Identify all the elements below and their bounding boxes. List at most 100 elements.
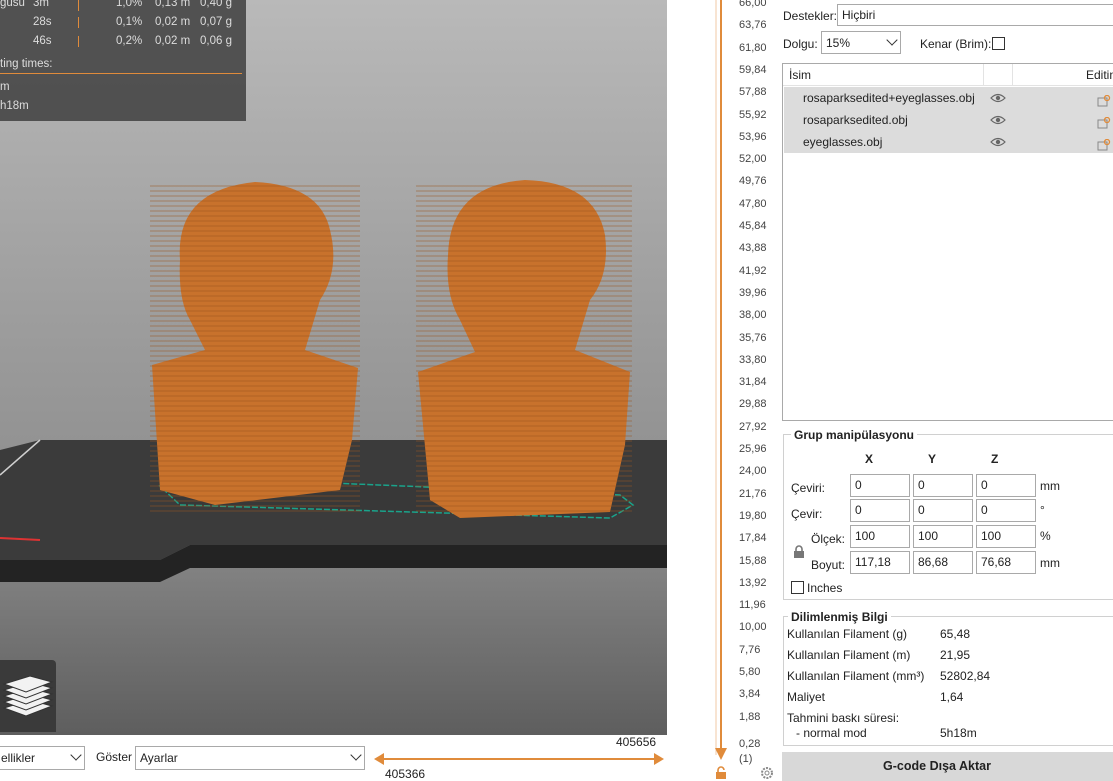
3d-viewport[interactable]: gusu 3m 1,0% 0,13 m 0,40 g 28s 0,1% 0,02… <box>0 0 667 735</box>
layer-tick-label: 13,92 <box>739 576 767 589</box>
size-y-input[interactable]: 86,68 <box>913 551 973 574</box>
size-z-input[interactable]: 76,68 <box>976 551 1036 574</box>
layer-tick-label: 47,80 <box>739 197 767 210</box>
layer-bottom-index: (1) <box>739 753 753 765</box>
estimated-time-label: Tahmini baskı süresi: <box>787 711 900 725</box>
layer-tick-label: 41,92 <box>739 264 767 277</box>
layer-tick-label: 15,88 <box>739 554 767 567</box>
size-x-input[interactable]: 117,18 <box>850 551 910 574</box>
filament-m-value: 21,95 <box>940 648 971 662</box>
normal-mode-label: - normal mod <box>796 726 867 740</box>
show-label: Göster <box>96 750 133 764</box>
view-type-combo[interactable]: ellikler <box>0 746 85 770</box>
size-label: Boyut: <box>811 558 846 572</box>
object-row[interactable]: rosaparksedited.obj <box>784 109 1113 131</box>
scale-unit: % <box>1040 529 1051 543</box>
layer-tick-label: 3,84 <box>739 688 761 701</box>
translation-unit: mm <box>1040 479 1060 493</box>
translation-x-input[interactable]: 0 <box>850 474 910 497</box>
translation-y-input[interactable]: 0 <box>913 474 973 497</box>
brim-checkbox[interactable] <box>992 37 1005 50</box>
infill-label: Dolgu: <box>783 37 818 51</box>
cost-label: Maliyet <box>787 690 826 704</box>
filament-mm3-value: 52802,84 <box>940 669 991 683</box>
layer-tick-label: 55,92 <box>739 108 767 121</box>
layer-tick-label: 49,76 <box>739 175 767 188</box>
chevron-down-icon <box>70 749 82 761</box>
object-list-header: İsim Editin <box>783 64 1113 86</box>
translation-z-input[interactable]: 0 <box>976 474 1036 497</box>
layer-tick-label: 61,80 <box>739 41 767 54</box>
axis-z-label: Z <box>991 452 999 466</box>
rotation-z-input[interactable]: 0 <box>976 499 1036 522</box>
lock-icon[interactable] <box>714 766 728 780</box>
group-manipulation-title: Grup manipülasyonu <box>791 428 918 442</box>
layer-tick-label: 59,84 <box>739 63 767 76</box>
export-gcode-button[interactable]: G-code Dışa Aktar <box>782 752 1113 781</box>
object-row[interactable]: eyeglasses.obj <box>784 131 1113 153</box>
translation-label: Çeviri: <box>791 481 826 495</box>
rotation-x-input[interactable]: 0 <box>850 499 910 522</box>
brim-label: Kenar (Brim): <box>920 37 992 51</box>
layer-tick-label: 35,76 <box>739 331 767 344</box>
layer-tick-label: 21,76 <box>739 487 767 500</box>
eye-icon[interactable] <box>990 131 1006 160</box>
size-unit: mm <box>1040 556 1060 570</box>
horizontal-slider-right-value: 405656 <box>616 735 657 749</box>
layer-tick-label: 11,96 <box>739 599 766 612</box>
column-name-header[interactable]: İsim <box>789 68 811 82</box>
model-bust-left <box>152 182 358 505</box>
layer-tick-label: 10,00 <box>739 621 767 634</box>
layer-tick-label: 1,88 <box>739 710 761 723</box>
cost-value: 1,64 <box>940 690 964 704</box>
horizontal-move-slider[interactable] <box>374 751 664 767</box>
rotation-y-input[interactable]: 0 <box>913 499 973 522</box>
scale-z-input[interactable]: 100 <box>976 525 1036 548</box>
layer-tick-label: 66,00 <box>739 0 767 9</box>
scale-x-input[interactable]: 100 <box>850 525 910 548</box>
layer-tick-label: 24,00 <box>739 465 767 478</box>
settings-gear-icon[interactable] <box>760 766 774 780</box>
scale-y-input[interactable]: 100 <box>913 525 973 548</box>
layer-tick-label: 31,84 <box>739 376 767 389</box>
object-list: İsim Editin rosaparksedited+eyeglasses.o… <box>782 63 1113 421</box>
layer-tick-label: 29,88 <box>739 398 767 411</box>
object-row[interactable]: rosaparksedited+eyeglasses.obj <box>784 87 1113 109</box>
edit-icon[interactable] <box>1097 136 1111 158</box>
filament-mm3-label: Kullanılan Filament (mm³) <box>787 669 925 683</box>
layer-tick-label: 38,00 <box>739 309 767 322</box>
horizontal-slider-left-value: 405366 <box>385 767 426 781</box>
layer-tick-label: 17,84 <box>739 532 767 545</box>
inches-label: Inches <box>807 581 843 595</box>
layer-tick-label: 7,76 <box>739 643 761 656</box>
layer-tick-label: 53,96 <box>739 130 767 143</box>
layer-slider-track[interactable] <box>713 0 729 781</box>
layer-tick-label: 57,88 <box>739 86 767 99</box>
supports-combo[interactable]: Hiçbiri <box>837 4 1113 26</box>
column-edit-header[interactable]: Editin <box>1086 68 1113 82</box>
sliced-info-title: Dilimlenmiş Bilgi <box>788 610 891 624</box>
layers-icon <box>2 675 54 717</box>
layers-view-button[interactable] <box>0 660 56 732</box>
layer-tick-label: 45,84 <box>739 220 767 232</box>
chevron-down-icon <box>886 34 898 46</box>
printing-time-line2: h18m <box>0 100 29 112</box>
rotation-label: Çevir: <box>791 507 823 521</box>
chevron-down-icon <box>350 749 362 761</box>
layer-tick-label: 25,96 <box>739 443 767 455</box>
show-combo[interactable]: Ayarlar <box>135 746 365 770</box>
axis-x-label: X <box>865 452 874 466</box>
scale-label: Ölçek: <box>811 532 846 546</box>
axis-y-label: Y <box>928 452 937 466</box>
layer-tick-label: 39,96 <box>739 286 767 299</box>
lock-scale-icon[interactable] <box>792 545 806 559</box>
layer-tick-label: 33,80 <box>739 353 767 366</box>
infill-combo[interactable]: 15% <box>821 31 901 54</box>
layer-tick-label: 27,92 <box>739 420 767 433</box>
layer-tick-label: 52,00 <box>739 153 767 166</box>
layer-tick-label: 63,76 <box>739 19 767 32</box>
inches-checkbox[interactable] <box>791 581 804 594</box>
bottom-toolbar: ellikler Göster Ayarlar 405656 405366 <box>0 735 667 781</box>
printing-time-line1: m <box>0 81 10 93</box>
printing-times-label: ting times: <box>0 58 53 70</box>
